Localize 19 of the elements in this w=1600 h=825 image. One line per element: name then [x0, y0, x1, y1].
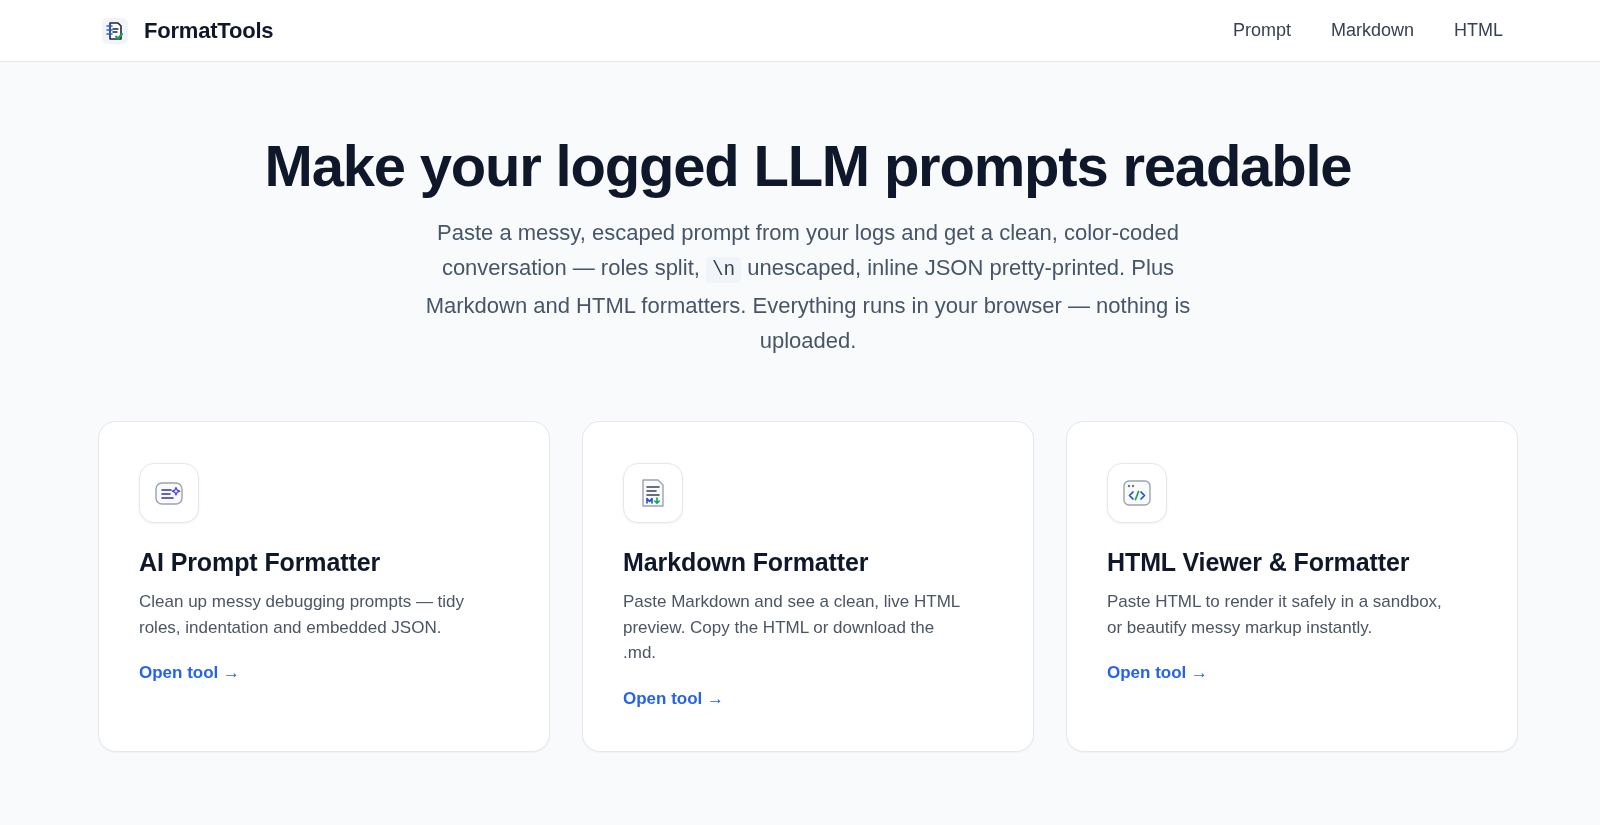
markdown-file-icon — [623, 463, 683, 523]
open-tool-link[interactable]: Open tool → — [623, 686, 725, 711]
document-check-icon — [102, 17, 128, 44]
card-description: Paste Markdown and see a clean, live HTML preview. Copy the HTML or download the .md. — [623, 591, 961, 664]
code-window-icon — [1107, 463, 1167, 523]
nav-link[interactable]: Prompt — [1232, 20, 1291, 41]
text-sparkle-icon — [139, 463, 199, 523]
brand-name: FormatTools — [144, 17, 274, 44]
nav-link[interactable]: Markdown — [1330, 20, 1414, 41]
card-title: AI Prompt Formatter — [139, 547, 381, 578]
card-description: Paste HTML to render it safely in a sandbox, or beautify messy markup instantly. — [1107, 591, 1443, 639]
hero-title: Make your logged LLM prompts readable — [264, 132, 1352, 199]
card-description: Clean up messy debugging prompts — tidy roles, indentation and embedded JSON. — [139, 591, 466, 639]
nav-link[interactable]: HTML — [1454, 20, 1503, 41]
card-title: HTML Viewer & Formatter — [1107, 547, 1410, 578]
card-title: Markdown Formatter — [623, 547, 869, 578]
open-tool-link[interactable]: Open tool → — [139, 661, 241, 685]
open-tool-link[interactable]: Open tool → — [1107, 661, 1209, 685]
hero-description: Paste a messy, escaped prompt from your logs and get a clean, color-coded conversation — roles split, \n unescaped, inline JSON pretty-printed. Plus Markdown and HTML formatters. Everything runs in your browser — nothing is uploaded. — [424, 219, 1192, 355]
